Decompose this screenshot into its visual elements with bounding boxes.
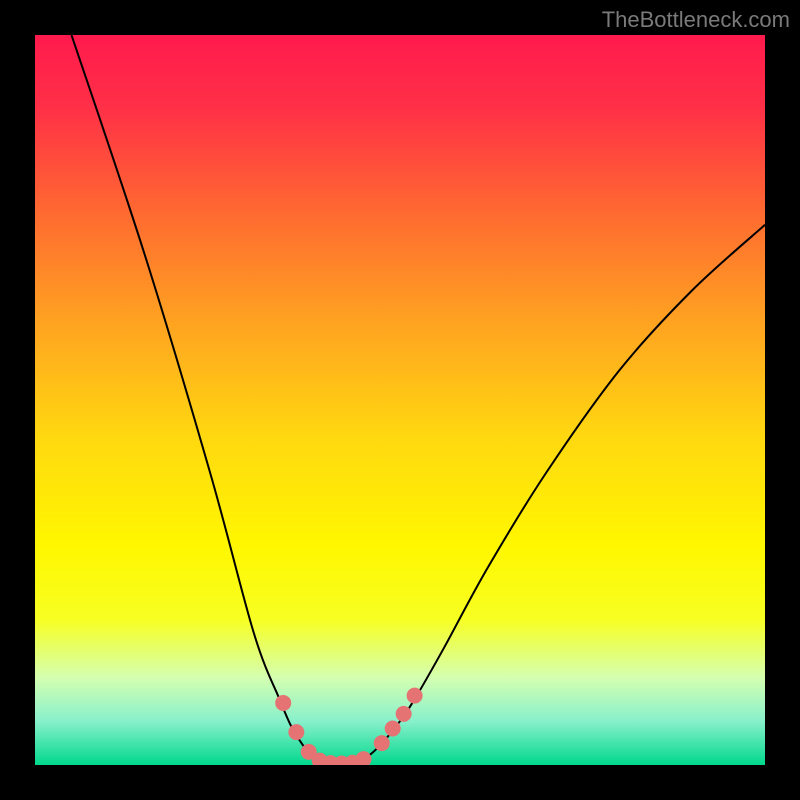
- highlight-dot: [407, 688, 423, 704]
- highlight-dot: [288, 724, 304, 740]
- highlight-dot: [374, 735, 390, 751]
- highlight-dot: [356, 751, 372, 767]
- bottleneck-chart: [0, 0, 800, 800]
- highlight-dot: [385, 721, 401, 737]
- highlight-dot: [275, 695, 291, 711]
- chart-container: TheBottleneck.com: [0, 0, 800, 800]
- watermark-text: TheBottleneck.com: [602, 7, 790, 33]
- highlight-dot: [396, 706, 412, 722]
- chart-background: [35, 35, 765, 765]
